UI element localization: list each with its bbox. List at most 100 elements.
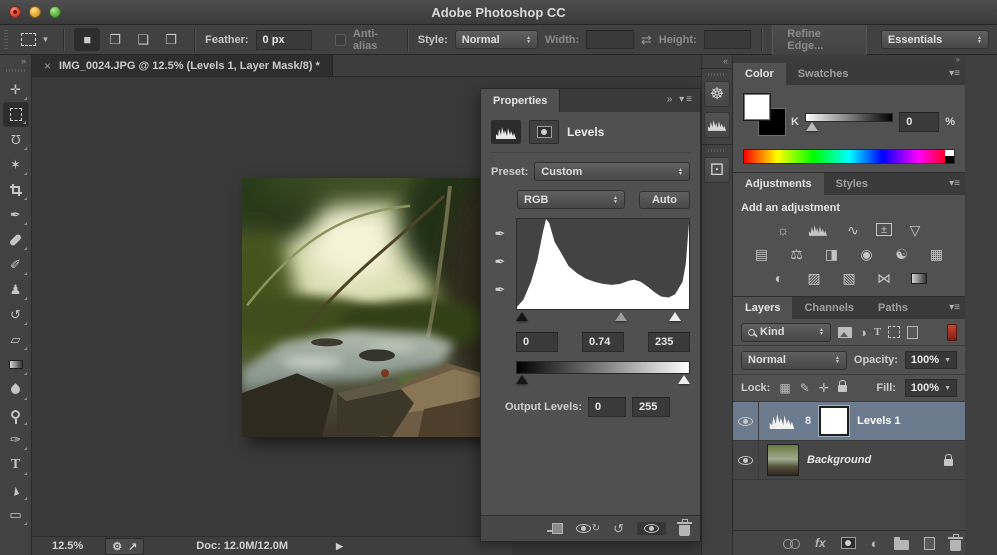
layer-visibility-toggle[interactable] [733,402,759,440]
panel-menu-icon[interactable]: ▾≡ [949,178,960,189]
threshold-adjustment-icon[interactable]: ▧ [837,269,861,287]
posterize-adjustment-icon[interactable]: ▨ [802,269,826,287]
auto-button[interactable]: Auto [638,190,690,209]
curves-adjustment-icon[interactable]: ∿ [841,221,865,239]
layer-row-background[interactable]: Background [733,441,965,480]
zoom-level[interactable]: 12.5% [52,540,83,552]
levels-settings-button[interactable] [491,120,521,144]
dodge-tool[interactable] [3,402,29,427]
blend-mode-select[interactable]: Normal ▲ ▼ [741,350,847,370]
reset-adjustment-icon[interactable]: ↺ [613,521,624,537]
rectangle-shape-tool[interactable]: ▭ [3,502,29,527]
close-window-button[interactable] [9,6,21,18]
k-slider[interactable] [804,113,894,131]
brush-tool[interactable]: ✐ [3,252,29,277]
levels-thumbnail[interactable] [767,413,797,429]
mini-bridge-icon[interactable]: ⚙ [112,540,122,553]
height-input[interactable] [703,30,752,49]
pen-tool[interactable]: ✑ [3,427,29,452]
lasso-tool[interactable]: Ω [3,127,29,152]
status-expand-icon[interactable]: ▶ [336,541,343,552]
collapse-tools-icon[interactable]: » [21,55,31,66]
channel-mixer-icon[interactable]: ☯ [890,245,914,263]
hue-saturation-icon[interactable]: ▤ [750,245,774,263]
tab-layers[interactable]: Layers [733,297,793,319]
dock-grip[interactable] [708,73,726,76]
color-spectrum-ramp[interactable] [743,149,955,164]
refine-edge-button[interactable]: Refine Edge... [772,23,867,56]
k-slider-handle[interactable] [805,122,818,131]
delete-layer-icon[interactable] [947,533,963,551]
filter-pixel-layers-icon[interactable] [838,326,852,338]
filter-smart-objects-icon[interactable] [907,325,919,339]
lock-pixels-icon[interactable]: ✎ [800,381,810,395]
type-tool[interactable]: T [3,452,29,477]
antialias-checkbox[interactable] [335,33,346,46]
eyedropper-tool[interactable]: ✒ [3,202,29,227]
navigator-panel-icon[interactable]: ☸ [704,81,730,107]
clone-stamp-tool[interactable]: ♟ [3,277,29,302]
path-selection-tool[interactable]: ▲ [3,477,29,502]
output-highlight-slider[interactable] [678,375,690,384]
shadow-input-slider[interactable] [516,312,528,321]
lock-transparency-icon[interactable]: ▦ [779,381,790,395]
mask-properties-button[interactable] [529,120,559,144]
black-point-eyedropper-icon[interactable]: ✒ [495,226,506,242]
new-adjustment-layer-icon[interactable]: ◐ [871,536,879,551]
panel-menu-icon[interactable]: ▾≡ [949,68,960,79]
output-highlight-value[interactable]: 255 [632,397,671,417]
color-balance-icon[interactable]: ⚖ [785,245,809,263]
move-tool[interactable]: ✛ [3,77,29,102]
highlight-input-value[interactable]: 235 [648,332,690,352]
midtone-input-slider[interactable] [615,312,628,321]
black-ramp-swatch[interactable] [945,156,954,163]
output-shadow-value[interactable]: 0 [588,397,627,417]
tab-channels[interactable]: Channels [792,297,866,319]
invert-adjustment-icon[interactable]: ◐ [767,269,791,287]
mask-link-icon[interactable]: 8 [805,415,811,427]
dock-grip[interactable] [708,149,726,152]
color-lookup-icon[interactable]: ▦ [925,245,949,263]
subtract-from-selection-button[interactable]: ❏ [130,28,156,51]
gradient-map-icon[interactable]: ⋈ [872,269,896,287]
tools-grip[interactable] [5,69,26,72]
highlight-input-slider[interactable] [669,312,682,321]
link-layers-icon[interactable] [783,538,800,549]
style-select[interactable]: Normal ▲ ▼ [454,30,539,49]
collapse-panel-icon[interactable]: » [667,94,675,105]
photo-filter-icon[interactable]: ◉ [855,245,879,263]
close-document-icon[interactable]: × [44,59,51,73]
preset-select[interactable]: Custom ▲ ▼ [534,162,690,181]
feather-input[interactable]: 0 px [255,29,313,50]
layer-filter-toggle[interactable] [947,323,957,341]
levels-adjustment-icon[interactable] [806,221,830,239]
layer-name[interactable]: Levels 1 [857,415,900,427]
tab-swatches[interactable]: Swatches [786,63,861,85]
spot-healing-brush-tool[interactable] [3,227,29,252]
toggle-visibility-icon[interactable] [637,522,666,535]
new-layer-icon[interactable] [923,536,935,550]
history-brush-tool[interactable]: ↺ [3,302,29,327]
foreground-color-swatch[interactable] [743,93,771,121]
rectangular-marquee-tool[interactable] [2,102,29,127]
workspace-select[interactable]: Essentials ▲ ▼ [880,30,989,49]
layer-visibility-toggle[interactable] [733,441,759,479]
k-value-input[interactable]: 0 [899,112,940,132]
channel-select[interactable]: RGB ▲ ▼ [517,190,625,209]
midtone-input-value[interactable]: 0.74 [582,332,624,352]
lock-all-icon[interactable] [837,379,847,392]
tab-paths[interactable]: Paths [866,297,920,319]
gradient-tool[interactable] [3,352,29,377]
gray-point-eyedropper-icon[interactable]: ✒ [495,254,506,270]
new-selection-button[interactable]: ■ [74,28,101,51]
expand-dock-icon[interactable]: « [702,55,732,68]
filter-type-layers-icon[interactable]: T [874,326,881,338]
minimize-window-button[interactable] [29,6,41,18]
document-tab[interactable]: × IMG_0024.JPG @ 12.5% (Levels 1, Layer … [32,55,333,76]
brightness-contrast-icon[interactable]: ☼ [771,221,795,239]
shadow-input-value[interactable]: 0 [516,332,558,352]
options-bar-grip[interactable] [4,29,9,50]
document-size[interactable]: Doc: 12.0M/12.0M [196,540,288,552]
layer-mask-thumbnail[interactable] [818,405,851,437]
vibrance-adjustment-icon[interactable]: ▽ [903,221,927,239]
